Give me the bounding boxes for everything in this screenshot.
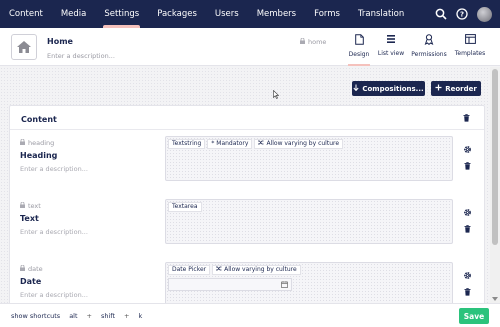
nav-content[interactable]: Content (0, 0, 52, 28)
trash-icon[interactable] (464, 225, 471, 235)
shortcut-plus: + (124, 312, 130, 320)
svg-text:?: ? (460, 11, 464, 19)
help-icon[interactable]: ? (456, 8, 468, 20)
app-list-view[interactable]: List view (374, 28, 408, 66)
nav-forms[interactable]: Forms (305, 0, 349, 28)
property-name[interactable]: Heading (20, 151, 57, 160)
divider (10, 129, 484, 130)
lock-icon[interactable] (300, 37, 305, 46)
home-icon[interactable] (11, 34, 37, 60)
property-editor-preview[interactable]: Textarea (165, 199, 453, 244)
description-input[interactable]: Enter a description... (47, 52, 115, 60)
property-editor-preview[interactable]: Textstring * Mandatory Allow varying by … (165, 136, 453, 181)
settings-icon[interactable] (463, 145, 472, 156)
shortcut-key: shift (101, 312, 116, 320)
vary-by-culture-tag: Allow varying by culture (212, 265, 301, 275)
compositions-button[interactable]: Compositions... (352, 81, 425, 96)
mouse-cursor-icon (273, 89, 280, 101)
compositions-label: Compositions... (362, 84, 424, 93)
vary-by-culture-label: Allow varying by culture (224, 266, 297, 273)
calendar-icon (281, 281, 288, 290)
property-alias-text: date (28, 265, 43, 273)
app-design-label: Design (348, 51, 370, 58)
app-permissions-label: Permissions (411, 51, 447, 58)
shortcut-key: alt (69, 312, 78, 320)
vary-by-culture-label: Allow varying by culture (266, 140, 340, 147)
list-icon (386, 34, 396, 46)
reorder-button[interactable]: Reorder (431, 81, 481, 96)
document-type-header: Home Enter a description... home Design … (0, 28, 500, 66)
content-apps: Design List view Permissions Templates (344, 28, 486, 66)
editor-canvas: Compositions... Reorder Content heading … (0, 67, 490, 303)
trash-icon[interactable] (463, 114, 470, 124)
property-name[interactable]: Date (20, 277, 41, 286)
group-title[interactable]: Content (21, 115, 57, 124)
shuffle-icon (216, 266, 222, 274)
permissions-icon (424, 34, 434, 47)
scrollbar-thumb[interactable] (492, 69, 498, 245)
user-avatar[interactable] (477, 6, 492, 22)
shortcut-key: k (138, 312, 143, 320)
editor-tag: Textstring (168, 139, 206, 149)
shortcuts-hint[interactable]: show shortcuts alt + shift + k (11, 312, 142, 320)
property-name[interactable]: Text (20, 214, 39, 223)
shuffle-icon (258, 140, 264, 148)
vary-by-culture-tag: Allow varying by culture (254, 139, 344, 149)
property-description-input[interactable]: Enter a description... (20, 291, 88, 299)
shortcut-plus: + (86, 312, 92, 320)
app-templates-label: Templates (454, 50, 486, 57)
templates-icon (464, 34, 476, 46)
property-editor-preview[interactable]: Date Picker Allow varying by culture (165, 262, 453, 303)
editor-footer: show shortcuts alt + shift + k Save (0, 303, 500, 327)
property-heading: heading Heading Enter a description... T… (10, 136, 486, 197)
lock-icon[interactable] (20, 138, 25, 147)
property-alias[interactable]: date (20, 264, 43, 273)
lock-icon[interactable] (20, 264, 25, 273)
save-button[interactable]: Save (459, 308, 489, 324)
nav-media[interactable]: Media (52, 0, 96, 28)
merge-icon (353, 84, 359, 93)
nav-packages[interactable]: Packages (148, 0, 206, 28)
editor-tag: Date Picker (168, 265, 211, 275)
property-alias[interactable]: text (20, 201, 41, 210)
nav-members[interactable]: Members (248, 0, 305, 28)
app-list-view-label: List view (377, 50, 405, 57)
property-alias-text: heading (28, 139, 55, 147)
property-alias[interactable]: heading (20, 138, 55, 147)
property-description-input[interactable]: Enter a description... (20, 228, 88, 236)
app-design[interactable]: Design (344, 28, 374, 66)
property-alias-text: text (28, 202, 41, 210)
editor-tag: Textarea (168, 202, 202, 212)
plus-icon (435, 84, 442, 93)
alias-field[interactable]: home (300, 37, 327, 46)
property-description-input[interactable]: Enter a description... (20, 165, 88, 173)
trash-icon[interactable] (464, 288, 471, 298)
trash-icon[interactable] (464, 162, 471, 172)
date-input-preview (168, 278, 292, 291)
document-icon (354, 34, 364, 47)
shortcuts-label: show shortcuts (11, 312, 61, 320)
search-icon[interactable] (435, 8, 447, 20)
settings-icon[interactable] (463, 271, 472, 282)
alias-text: home (308, 38, 327, 46)
top-navigation: Content Media Settings Packages Users Me… (0, 0, 500, 28)
nav-translation[interactable]: Translation (349, 0, 413, 28)
lock-icon[interactable] (20, 201, 25, 210)
reorder-label: Reorder (445, 84, 477, 93)
mandatory-tag: * Mandatory (207, 139, 253, 149)
scroll-down-arrow-icon[interactable] (492, 297, 498, 301)
property-group: Content heading Heading Enter a descript… (9, 105, 485, 303)
nav-settings[interactable]: Settings (95, 0, 148, 28)
property-text: text Text Enter a description... Textare… (10, 199, 486, 260)
app-permissions[interactable]: Permissions (408, 28, 450, 66)
vertical-scrollbar[interactable] (490, 67, 500, 303)
settings-icon[interactable] (463, 208, 472, 219)
nav-users[interactable]: Users (206, 0, 248, 28)
property-date: date Date Enter a description... Date Pi… (10, 262, 486, 303)
app-templates[interactable]: Templates (454, 28, 486, 66)
document-type-name[interactable]: Home (47, 37, 73, 46)
